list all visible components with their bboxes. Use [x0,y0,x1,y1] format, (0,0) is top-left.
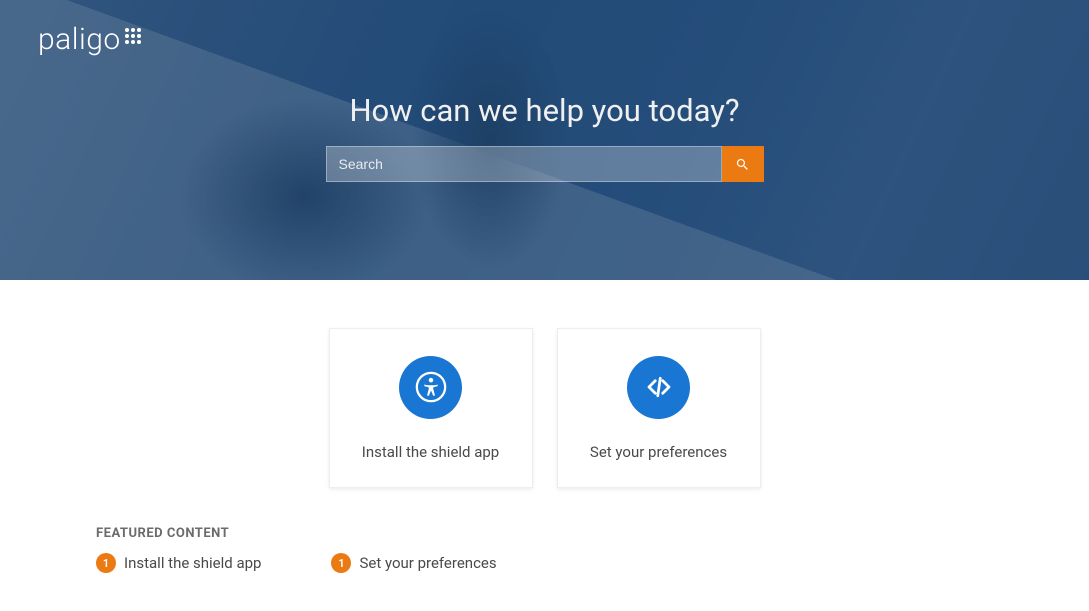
code-icon [627,356,690,419]
search-bar [326,146,764,182]
featured-label: Set your preferences [359,554,496,572]
brand-logo[interactable]: paligo [38,22,141,57]
search-input[interactable] [326,146,722,182]
hero-banner: paligo How can we help you today? [0,0,1089,280]
featured-item-install-shield[interactable]: 1 Install the shield app [96,553,261,573]
card-install-shield[interactable]: Install the shield app [329,328,533,488]
card-label: Set your preferences [590,443,727,461]
cards-row: Install the shield app Set your preferen… [0,328,1089,488]
hero-title: How can we help you today? [0,92,1089,129]
featured-badge: 1 [96,553,116,573]
featured-section: FEATURED CONTENT 1 Install the shield ap… [0,526,1089,573]
card-label: Install the shield app [362,443,499,461]
card-set-preferences[interactable]: Set your preferences [557,328,761,488]
featured-item-set-preferences[interactable]: 1 Set your preferences [331,553,496,573]
featured-badge: 1 [331,553,351,573]
featured-label: Install the shield app [124,554,261,572]
featured-row: 1 Install the shield app 1 Set your pref… [96,553,993,573]
brand-dots-icon [125,28,141,44]
search-icon [735,157,750,172]
hero-bg [0,0,1089,280]
search-button[interactable] [722,146,764,182]
accessibility-icon [399,356,462,419]
featured-heading: FEATURED CONTENT [96,526,993,541]
brand-name: paligo [38,22,121,57]
